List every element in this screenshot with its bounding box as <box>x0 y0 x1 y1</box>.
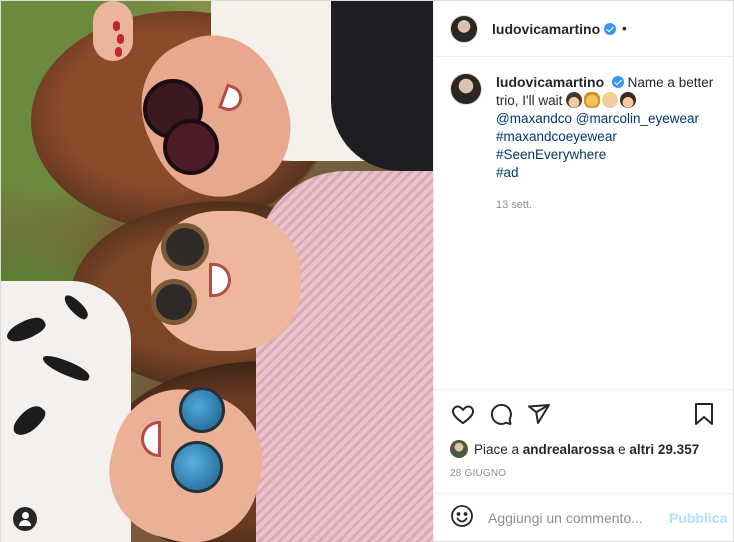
hashtag-link[interactable]: #ad <box>496 165 519 180</box>
emoji-woman-blonde-icon <box>602 92 619 108</box>
likes-middle: e <box>618 441 626 457</box>
photo-hand <box>93 1 133 61</box>
header-separator: • <box>622 21 627 36</box>
instagram-post: ludovicamartino • ludovicamartino Name a… <box>0 0 734 542</box>
user-tag-icon-body <box>19 520 31 526</box>
emoji-woman-icon <box>620 92 637 108</box>
liker-username[interactable]: andrealarossa <box>523 442 615 457</box>
hashtag-link[interactable]: #maxandcoeyewear <box>496 129 617 144</box>
mention-link[interactable]: @marcolin_eyewear <box>576 111 699 126</box>
post-photo[interactable] <box>1 1 433 542</box>
photo-nail <box>117 34 124 44</box>
comment-box: Pubblica <box>434 493 733 541</box>
post-actions: Piace a andrealarossa e altri 29.357 28 … <box>434 389 733 493</box>
avatar[interactable] <box>450 14 478 43</box>
photo-sunglasses-blue-left <box>179 387 225 433</box>
hashtag-link[interactable]: #SeenEverywhere <box>496 147 606 162</box>
mention-link[interactable]: @maxandco <box>496 111 572 126</box>
likes-count[interactable]: altri 29.357 <box>629 442 699 457</box>
header-username[interactable]: ludovicamartino <box>492 21 600 37</box>
photo-nail <box>113 21 120 31</box>
user-tag-icon-head <box>21 512 29 519</box>
likes-summary: Piace a andrealarossa e altri 29.357 <box>450 440 717 458</box>
post-side-panel: ludovicamartino • ludovicamartino Name a… <box>433 1 733 541</box>
caption-time[interactable]: 13 sett. <box>496 196 717 214</box>
verified-icon <box>611 76 624 88</box>
photo-nail <box>115 47 122 57</box>
caption: ludovicamartino Name a better trio, I'll… <box>496 73 717 214</box>
comment-icon[interactable] <box>488 401 514 427</box>
bookmark-icon[interactable] <box>691 401 717 427</box>
caption-row: ludovicamartino Name a better trio, I'll… <box>450 73 717 214</box>
emoji-hand-icon <box>584 92 601 108</box>
heart-icon[interactable] <box>450 401 476 427</box>
likes-prefix: Piace a <box>474 441 520 457</box>
share-icon[interactable] <box>526 401 552 427</box>
photo-sunglasses-red-right <box>163 119 219 175</box>
photo-sunglasses-blue-right <box>171 441 223 493</box>
comment-input[interactable] <box>488 509 669 526</box>
publish-button[interactable]: Pubblica <box>669 510 727 526</box>
photo-shirt-pink <box>256 171 433 542</box>
caption-avatar[interactable] <box>450 73 482 105</box>
liker-avatar[interactable] <box>450 440 468 458</box>
comments-area: ludovicamartino Name a better trio, I'll… <box>434 57 733 389</box>
action-icons <box>450 400 717 428</box>
verified-icon <box>604 22 617 35</box>
emoji-icon[interactable] <box>450 504 474 531</box>
emoji-woman-icon <box>566 92 583 108</box>
post-date[interactable]: 28 GIUGNO <box>450 468 717 493</box>
photo-sunglasses-tortoise-right <box>151 279 197 325</box>
photo-sunglasses-tortoise-left <box>161 223 209 271</box>
user-tag-icon[interactable] <box>13 507 37 531</box>
caption-username[interactable]: ludovicamartino <box>496 74 604 90</box>
photo-shirt-dark <box>331 1 433 171</box>
post-header: ludovicamartino • <box>434 1 733 57</box>
photo-shirt-print <box>1 281 131 542</box>
